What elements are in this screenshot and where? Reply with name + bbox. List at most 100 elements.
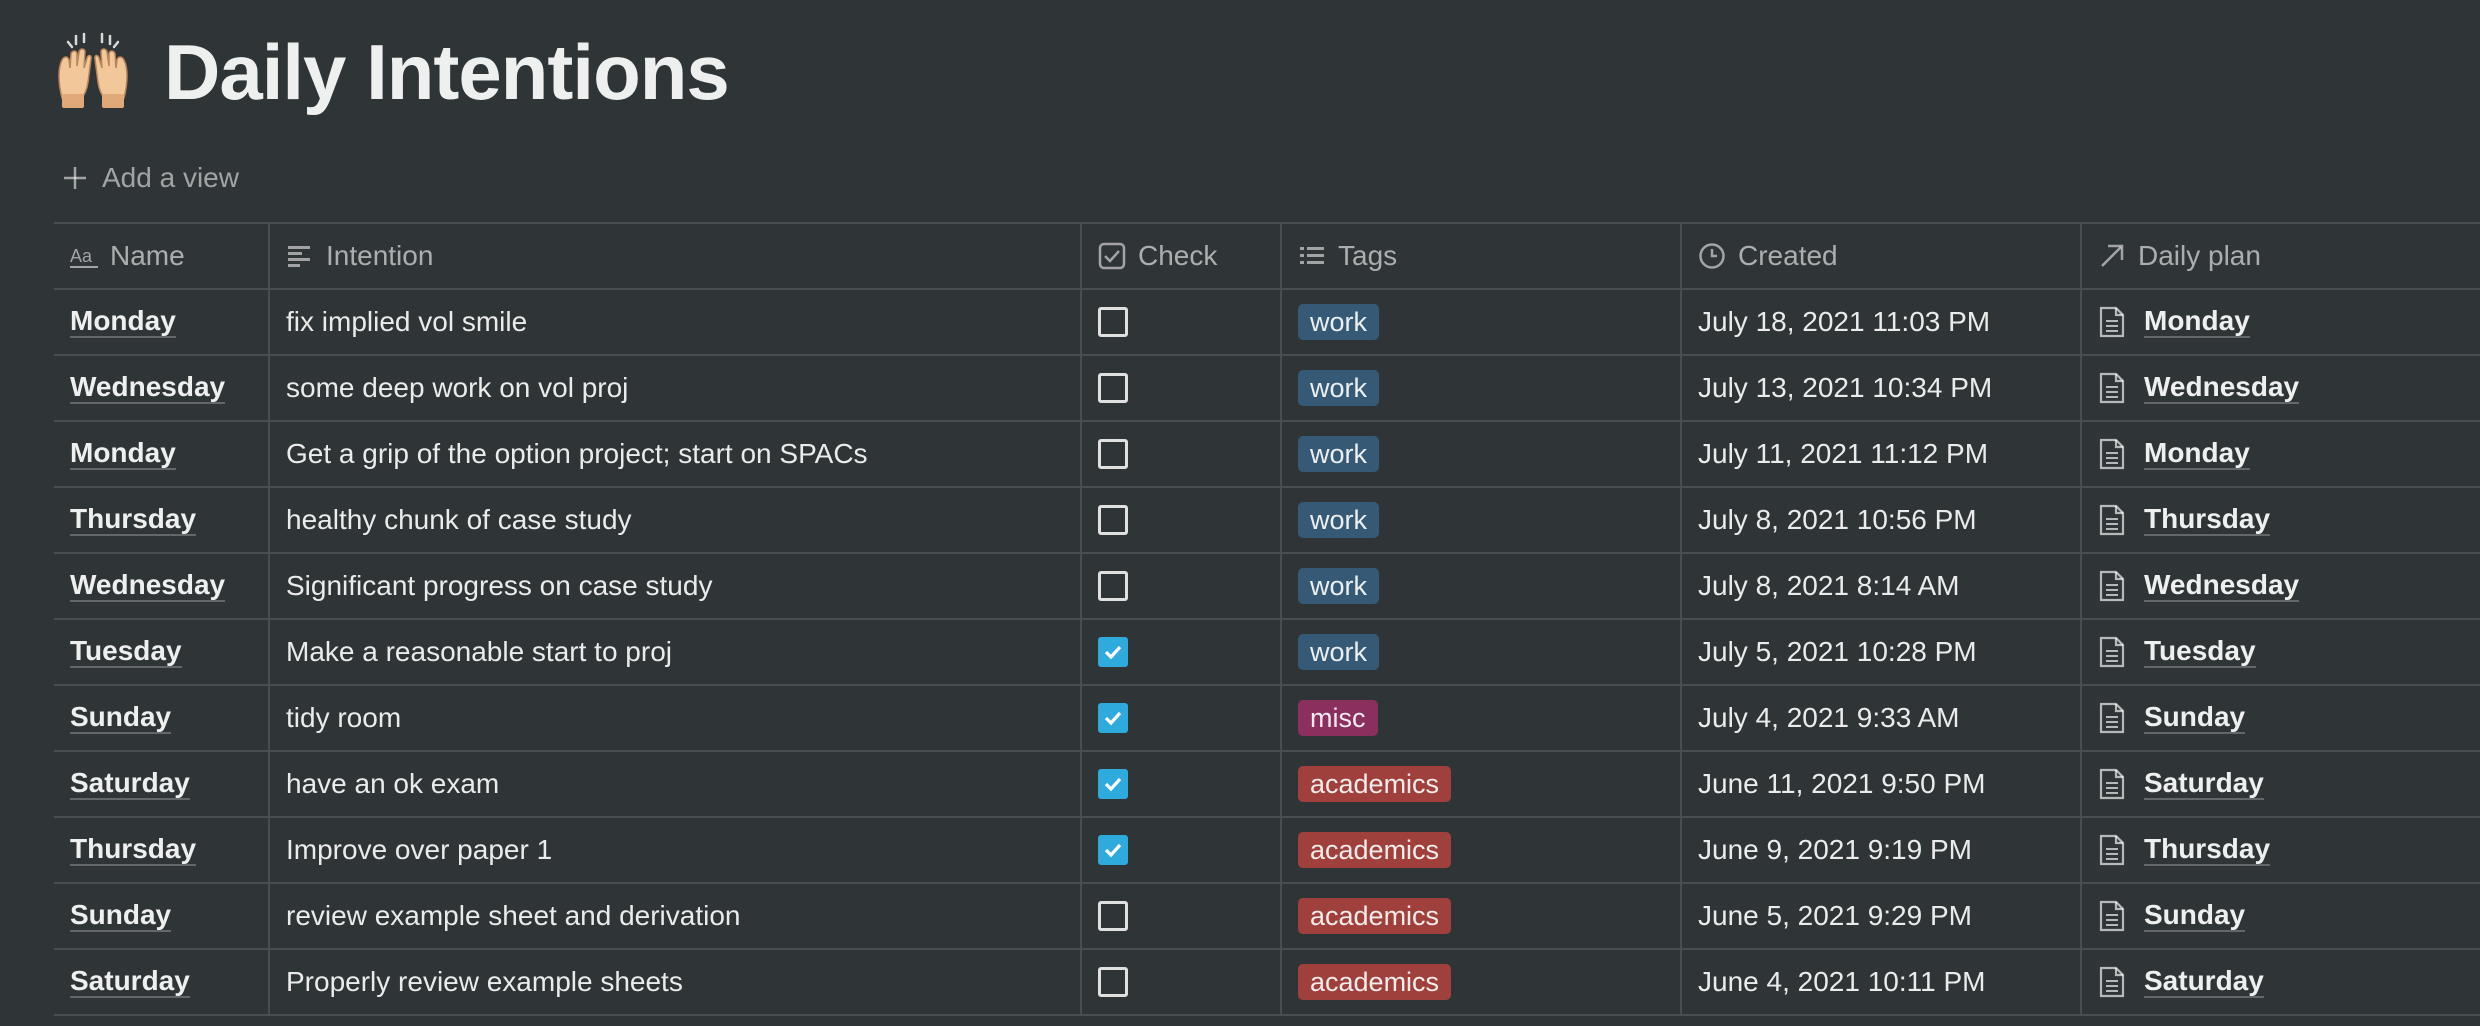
daily-plan-cell[interactable]: Sunday xyxy=(2082,884,2480,948)
row-checkbox[interactable] xyxy=(1098,835,1128,865)
intention-cell[interactable]: Properly review example sheets xyxy=(270,950,1082,1014)
intention-cell[interactable]: Make a reasonable start to proj xyxy=(270,620,1082,684)
intention-cell[interactable]: tidy room xyxy=(270,686,1082,750)
row-checkbox[interactable] xyxy=(1098,505,1128,535)
intention-cell[interactable]: some deep work on vol proj xyxy=(270,356,1082,420)
daily-plan-cell[interactable]: Tuesday xyxy=(2082,620,2480,684)
column-header-daily-plan[interactable]: Daily plan xyxy=(2082,224,2480,288)
row-name-link[interactable]: Saturday xyxy=(70,768,190,800)
column-header-tags[interactable]: Tags xyxy=(1282,224,1682,288)
row-checkbox[interactable] xyxy=(1098,373,1128,403)
daily-plan-link[interactable]: Saturday xyxy=(2098,966,2264,998)
row-name-link[interactable]: Wednesday xyxy=(70,570,226,602)
table-row[interactable]: Sunday review example sheet and derivati… xyxy=(54,884,2480,950)
tags-cell[interactable]: work xyxy=(1282,488,1682,552)
row-name-link[interactable]: Tuesday xyxy=(70,636,182,668)
table-row[interactable]: Tuesday Make a reasonable start to proj … xyxy=(54,620,2480,686)
name-cell[interactable]: Saturday xyxy=(54,950,270,1014)
row-checkbox[interactable] xyxy=(1098,439,1128,469)
daily-plan-cell[interactable]: Thursday xyxy=(2082,818,2480,882)
name-cell[interactable]: Wednesday xyxy=(54,554,270,618)
daily-plan-cell[interactable]: Monday xyxy=(2082,422,2480,486)
row-name-link[interactable]: Wednesday xyxy=(70,372,226,404)
tags-cell[interactable]: academics xyxy=(1282,950,1682,1014)
daily-plan-link[interactable]: Monday xyxy=(2098,306,2250,338)
daily-plan-link[interactable]: Thursday xyxy=(2098,504,2271,536)
tags-cell[interactable]: academics xyxy=(1282,884,1682,948)
column-header-intention[interactable]: Intention xyxy=(270,224,1082,288)
tags-cell[interactable]: academics xyxy=(1282,818,1682,882)
column-header-check[interactable]: Check xyxy=(1082,224,1282,288)
page-document-icon xyxy=(2099,900,2125,932)
daily-plan-cell[interactable]: Saturday xyxy=(2082,752,2480,816)
daily-plan-link[interactable]: Sunday xyxy=(2098,900,2246,932)
column-header-name[interactable]: Aa Name xyxy=(54,224,270,288)
row-name-link[interactable]: Monday xyxy=(70,438,176,470)
row-checkbox[interactable] xyxy=(1098,637,1128,667)
row-checkbox[interactable] xyxy=(1098,967,1128,997)
tags-cell[interactable]: work xyxy=(1282,422,1682,486)
table-row[interactable]: Wednesday some deep work on vol proj wor… xyxy=(54,356,2480,422)
name-cell[interactable]: Monday xyxy=(54,422,270,486)
intention-cell[interactable]: Significant progress on case study xyxy=(270,554,1082,618)
daily-plan-link[interactable]: Wednesday xyxy=(2098,570,2300,602)
daily-plan-cell[interactable]: Sunday xyxy=(2082,686,2480,750)
name-cell[interactable]: Sunday xyxy=(54,884,270,948)
tag-badge: misc xyxy=(1298,700,1378,736)
tags-cell[interactable]: misc xyxy=(1282,686,1682,750)
intention-cell[interactable]: Improve over paper 1 xyxy=(270,818,1082,882)
row-name-link[interactable]: Thursday xyxy=(70,504,197,536)
column-header-created[interactable]: Created xyxy=(1682,224,2082,288)
intention-cell[interactable]: fix implied vol smile xyxy=(270,290,1082,354)
row-name-link[interactable]: Thursday xyxy=(70,834,197,866)
daily-plan-link[interactable]: Thursday xyxy=(2098,834,2271,866)
name-cell[interactable]: Thursday xyxy=(54,488,270,552)
daily-plan-cell[interactable]: Wednesday xyxy=(2082,356,2480,420)
row-checkbox[interactable] xyxy=(1098,901,1128,931)
intention-cell[interactable]: Get a grip of the option project; start … xyxy=(270,422,1082,486)
row-checkbox[interactable] xyxy=(1098,307,1128,337)
table-row[interactable]: Monday fix implied vol smile work July 1… xyxy=(54,290,2480,356)
daily-plan-link[interactable]: Saturday xyxy=(2098,768,2264,800)
row-name-link[interactable]: Sunday xyxy=(70,702,172,734)
table-row[interactable]: Monday Get a grip of the option project;… xyxy=(54,422,2480,488)
daily-plan-cell[interactable]: Thursday xyxy=(2082,488,2480,552)
page-title[interactable]: Daily Intentions xyxy=(164,24,730,120)
daily-plan-cell[interactable]: Saturday xyxy=(2082,950,2480,1014)
daily-plan-link[interactable]: Sunday xyxy=(2098,702,2246,734)
raising-hands-emoji-icon[interactable] xyxy=(54,32,132,112)
row-name-link[interactable]: Sunday xyxy=(70,900,172,932)
daily-plan-link[interactable]: Tuesday xyxy=(2098,636,2256,668)
row-name-link[interactable]: Monday xyxy=(70,306,176,338)
daily-plan-link[interactable]: Monday xyxy=(2098,438,2250,470)
tags-cell[interactable]: work xyxy=(1282,356,1682,420)
name-cell[interactable]: Wednesday xyxy=(54,356,270,420)
row-checkbox[interactable] xyxy=(1098,703,1128,733)
table-row[interactable]: Thursday healthy chunk of case study wor… xyxy=(54,488,2480,554)
add-view-button[interactable]: Add a view xyxy=(62,158,239,198)
name-cell[interactable]: Sunday xyxy=(54,686,270,750)
name-cell[interactable]: Tuesday xyxy=(54,620,270,684)
name-cell[interactable]: Thursday xyxy=(54,818,270,882)
row-checkbox[interactable] xyxy=(1098,571,1128,601)
table-row[interactable]: Saturday have an ok exam academics June … xyxy=(54,752,2480,818)
table-row[interactable]: Saturday Properly review example sheets … xyxy=(54,950,2480,1016)
tags-cell[interactable]: work xyxy=(1282,290,1682,354)
row-name-link[interactable]: Saturday xyxy=(70,966,190,998)
daily-plan-link[interactable]: Wednesday xyxy=(2098,372,2300,404)
table-row[interactable]: Thursday Improve over paper 1 academics … xyxy=(54,818,2480,884)
table-row[interactable]: Sunday tidy room misc July 4, 2021 9:33 … xyxy=(54,686,2480,752)
tags-cell[interactable]: work xyxy=(1282,554,1682,618)
tag-badge: work xyxy=(1298,370,1380,406)
daily-plan-cell[interactable]: Wednesday xyxy=(2082,554,2480,618)
tags-cell[interactable]: academics xyxy=(1282,752,1682,816)
intention-cell[interactable]: have an ok exam xyxy=(270,752,1082,816)
intention-cell[interactable]: healthy chunk of case study xyxy=(270,488,1082,552)
name-cell[interactable]: Monday xyxy=(54,290,270,354)
table-row[interactable]: Wednesday Significant progress on case s… xyxy=(54,554,2480,620)
name-cell[interactable]: Saturday xyxy=(54,752,270,816)
daily-plan-cell[interactable]: Monday xyxy=(2082,290,2480,354)
row-checkbox[interactable] xyxy=(1098,769,1128,799)
tags-cell[interactable]: work xyxy=(1282,620,1682,684)
intention-cell[interactable]: review example sheet and derivation xyxy=(270,884,1082,948)
